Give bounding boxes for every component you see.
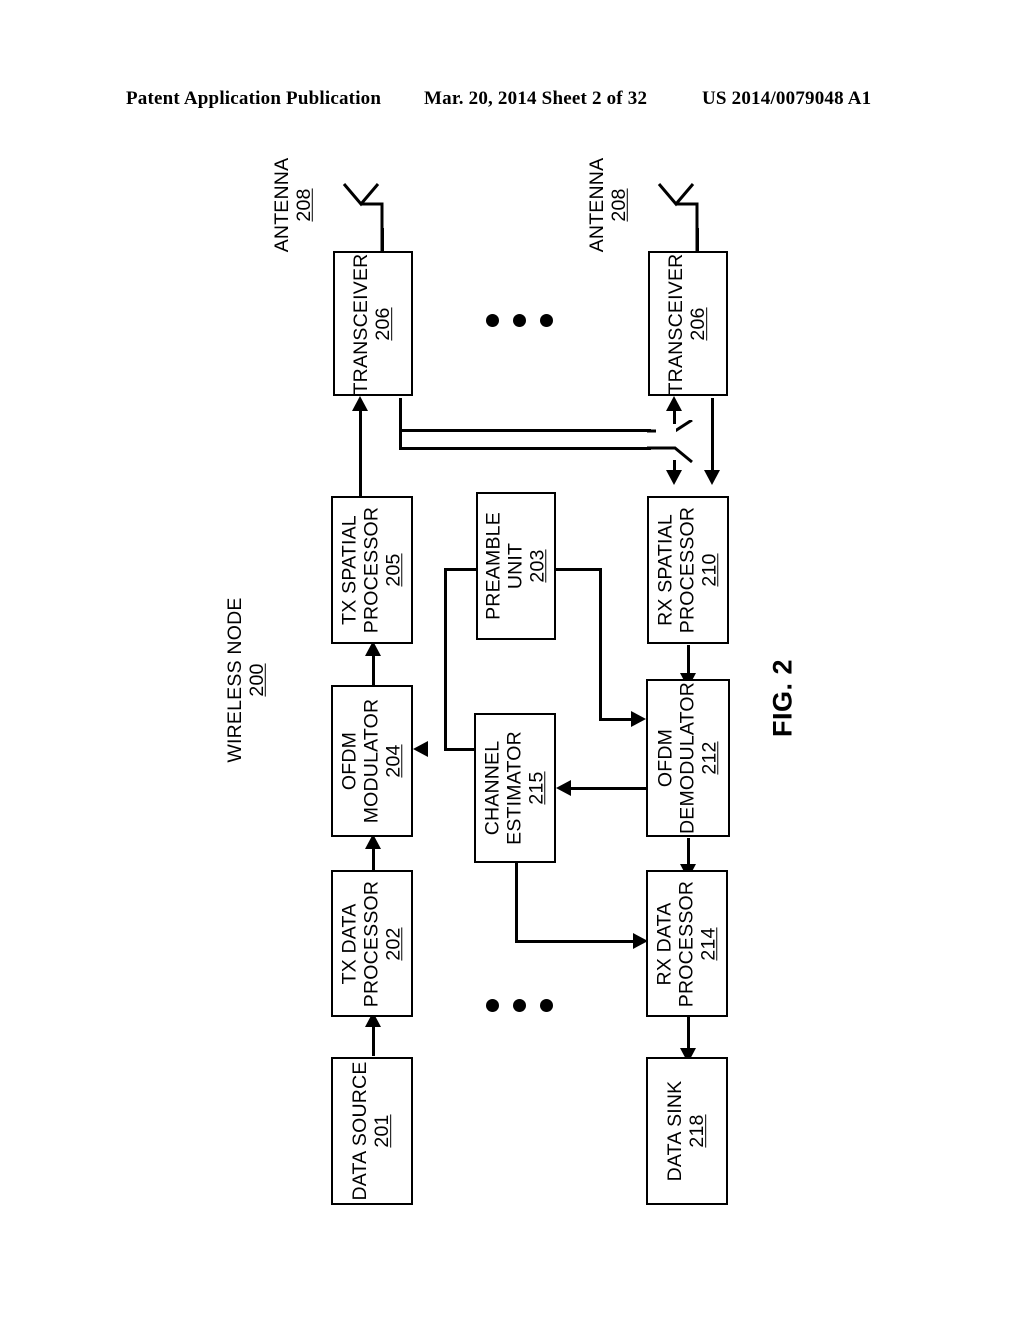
block-data-sink-line1: DATA SINK [664,1080,687,1182]
connector-txsp-to-transceiver1 [359,400,362,496]
ellipsis-dots-top [486,314,556,328]
ellipsis-dot [513,999,526,1012]
ellipsis-dot [486,314,499,327]
block-transceiver-1-num: 206 [372,306,394,341]
connector-ofdmdemod-to-chanest [570,787,646,790]
antenna-label-1-num: 208 [293,188,315,222]
ellipsis-dot [513,314,526,327]
block-channel-estimator[interactable]: CHANNEL ESTIMATOR 215 [474,713,556,863]
arrowhead-preamble-to-ofdmdemod [631,711,646,727]
crossing-gap-mask [656,426,676,435]
block-preamble-unit-line2: UNIT [504,542,527,590]
block-data-sink[interactable]: DATA SINK 218 [646,1057,728,1205]
block-transceiver-1-label: TRANSCEIVER [350,253,373,394]
block-tx-spatial-processor[interactable]: TX SPATIAL PROCESSOR 205 [331,496,413,644]
ellipsis-dot [540,314,553,327]
antenna-label-2-num: 208 [608,188,630,222]
block-ofdm-modulator-num: 204 [381,744,404,778]
antenna-icon-1 [342,183,384,252]
block-rx-spatial-processor[interactable]: RX SPATIAL PROCESSOR 210 [647,496,729,644]
block-rx-data-processor-num: 214 [696,926,719,961]
block-rx-spatial-processor-line2: PROCESSOR [676,506,699,634]
wireless-node-label: WIRELESS NODE 200 [224,575,268,785]
block-tx-data-processor-line2: PROCESSOR [360,880,383,1007]
block-data-source-line1: DATA SOURCE [349,1061,372,1201]
figure-caption: FIG. 2 [767,659,798,738]
connector-preamble-to-ofdmdemod-horizontal [599,718,633,721]
arrowhead-transceiver1-to-rxsp [666,470,682,485]
ellipsis-dot [486,999,499,1012]
connector-preamble-left-leg [444,568,447,750]
block-ofdm-modulator-line2: MODULATOR [360,698,383,824]
block-tx-data-processor-num: 202 [381,926,404,961]
connector-transceiver2-to-rxsp [711,398,714,472]
connector-transceiver1-to-rxsp-horizontal [399,447,651,450]
connector-chanest-to-rxdp-horizontal [515,940,635,943]
block-preamble-unit-num: 203 [525,549,548,583]
block-ofdm-demodulator-line1: OFDM [654,728,677,788]
antenna-icon-2 [657,183,699,252]
block-ofdm-modulator-line1: OFDM [338,731,361,791]
antenna-label-1-text: ANTENNA [270,157,293,253]
block-preamble-unit[interactable]: PREAMBLE UNIT 203 [476,492,556,640]
block-ofdm-demodulator-line2: DEMODULATOR [676,681,699,835]
block-transceiver-2-label: TRANSCEIVER [665,253,688,394]
block-tx-spatial-processor-num: 205 [381,553,404,587]
block-tx-spatial-processor-line1: TX SPATIAL [338,515,361,625]
arrowhead-txsp-to-transceiver1 [352,396,368,411]
block-rx-data-processor-line2: PROCESSOR [675,880,698,1007]
arrowhead-ofdmdemod-to-chanest [556,780,571,796]
block-rx-data-processor[interactable]: RX DATA PROCESSOR 214 [646,870,728,1017]
connector-preamble-right-stub [556,568,602,571]
block-data-source[interactable]: DATA SOURCE 201 [331,1057,413,1205]
block-transceiver-1[interactable]: TRANSCEIVER 206 [333,251,413,396]
connector-preamble-to-ofdmmod-horizontal [444,748,476,751]
block-preamble-unit-line1: PREAMBLE [482,512,505,620]
block-ofdm-demodulator[interactable]: OFDM DEMODULATOR 212 [646,679,730,837]
block-channel-estimator-line2: ESTIMATOR [503,731,526,845]
block-transceiver-2-num: 206 [687,306,709,341]
block-tx-data-processor[interactable]: TX DATA PROCESSOR 202 [331,870,413,1017]
block-channel-estimator-num: 215 [524,771,547,805]
block-ofdm-modulator[interactable]: OFDM MODULATOR 204 [331,685,413,837]
figure-2-block-diagram: ANTENNA 208 ANTENNA 208 WIRELESS NODE 20… [0,0,1024,1320]
connector-preamble-right-leg [599,568,602,720]
antenna-label-2: ANTENNA 208 [586,130,630,280]
antenna-label-2-text: ANTENNA [585,157,608,253]
antenna-label-1: ANTENNA 208 [271,130,315,280]
block-transceiver-2[interactable]: TRANSCEIVER 206 [648,251,728,396]
connector-chanest-leg [515,862,518,942]
connector-txsp-to-transceiver2-horizontal [399,429,651,432]
arrowhead-transceiver2-to-rxsp [704,470,720,485]
block-ofdm-demodulator-num: 212 [697,741,720,775]
block-tx-spatial-processor-line2: PROCESSOR [360,506,383,634]
block-channel-estimator-line1: CHANNEL [481,740,504,836]
block-data-sink-num: 218 [686,1114,708,1148]
block-tx-data-processor-line1: TX DATA [338,903,361,984]
arrowhead-preamble-to-ofdmmod [413,741,428,757]
block-rx-spatial-processor-line1: RX SPATIAL [654,514,677,626]
wireless-node-label-text: WIRELESS NODE [223,597,246,763]
block-rx-data-processor-line1: RX DATA [653,901,676,986]
block-rx-spatial-processor-num: 210 [697,553,720,587]
arrowhead-txsp-to-transceiver2 [666,396,682,411]
block-data-source-num: 201 [371,1114,393,1148]
ellipsis-dot [540,999,553,1012]
ellipsis-dots-bottom [486,999,556,1013]
connector-preamble-left-stub [444,568,478,571]
connector-transceiver1-out [399,398,402,450]
wireless-node-label-num: 200 [246,663,268,697]
